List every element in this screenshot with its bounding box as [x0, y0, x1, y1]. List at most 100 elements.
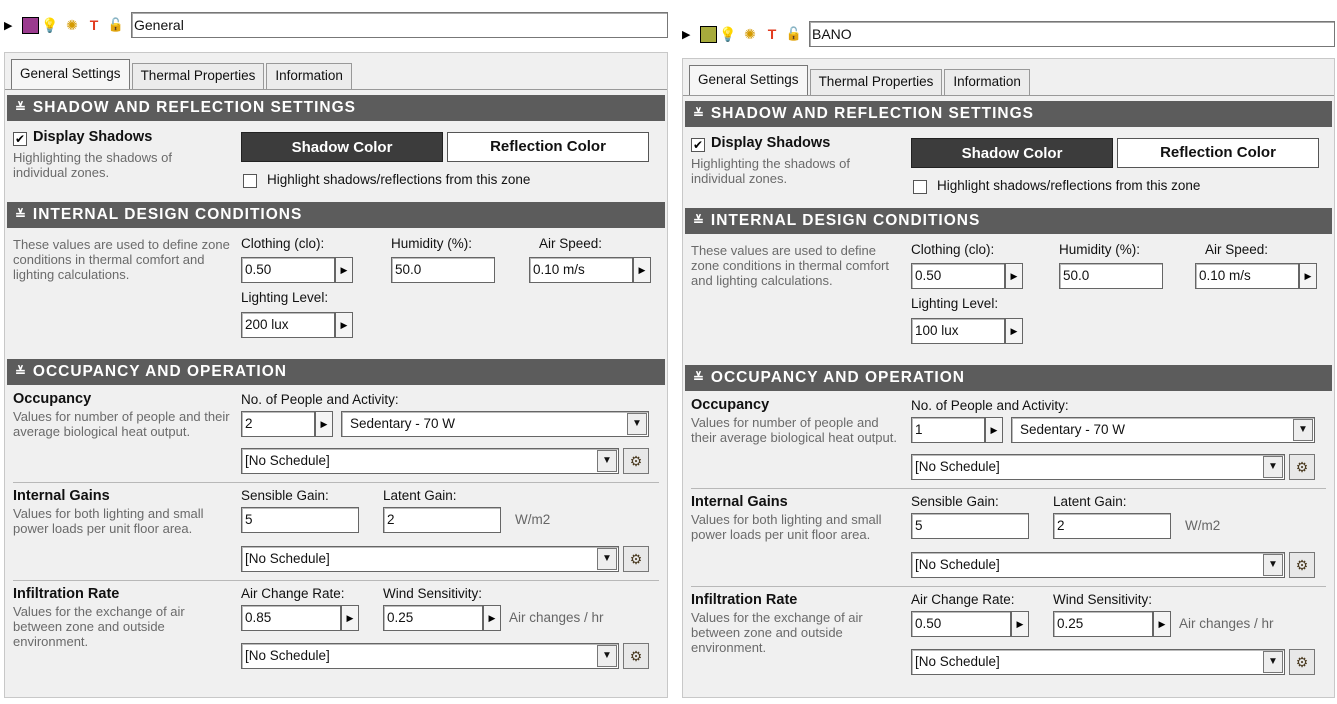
section-header-internal[interactable]: ≚ INTERNAL DESIGN CONDITIONS — [685, 208, 1332, 234]
people-count-input[interactable]: 1 — [911, 417, 985, 443]
display-shadows-checkbox[interactable]: ✔ — [691, 138, 705, 152]
lightbulb-icon[interactable]: 💡 — [717, 25, 739, 43]
shadow-color-button[interactable]: Shadow Color — [911, 138, 1113, 168]
air-change-rate-input[interactable]: 0.50 — [911, 611, 1011, 637]
shadow-color-button[interactable]: Shadow Color — [241, 132, 443, 162]
gains-schedule-select[interactable]: [No Schedule] — [911, 552, 1285, 578]
humidity-input[interactable]: 50.0 — [1059, 263, 1163, 289]
text-t-icon[interactable]: T — [761, 25, 783, 43]
occupancy-schedule-select[interactable]: [No Schedule] — [241, 448, 619, 474]
schedule-editor-icon[interactable]: ⚙ — [1289, 649, 1315, 675]
lighting-arrow-button[interactable]: ▶ — [335, 312, 353, 338]
infiltration-unit-label: Air changes / hr — [509, 610, 604, 625]
people-arrow-button[interactable]: ▶ — [315, 411, 333, 437]
wind-sensitivity-label: Wind Sensitivity: — [383, 586, 483, 601]
air-change-arrow-button[interactable]: ▶ — [1011, 611, 1029, 637]
air-speed-input[interactable]: 0.10 m/s — [1195, 263, 1299, 289]
wind-arrow-button[interactable]: ▶ — [483, 605, 501, 631]
tab-information[interactable]: Information — [944, 69, 1030, 95]
text-t-icon[interactable]: T — [83, 16, 105, 34]
sun-icon[interactable]: ✺ — [61, 16, 83, 34]
clothing-label: Clothing (clo): — [911, 242, 995, 257]
chevron-down-icon[interactable]: ▼ — [597, 548, 617, 570]
lighting-level-input[interactable]: 100 lux — [911, 318, 1005, 344]
wind-arrow-button[interactable]: ▶ — [1153, 611, 1171, 637]
section-header-internal[interactable]: ≚ INTERNAL DESIGN CONDITIONS — [7, 202, 665, 228]
sensible-gain-label: Sensible Gain: — [911, 494, 999, 509]
schedule-editor-icon[interactable]: ⚙ — [623, 643, 649, 669]
air-change-rate-input[interactable]: 0.85 — [241, 605, 341, 631]
schedule-editor-icon[interactable]: ⚙ — [1289, 552, 1315, 578]
air-speed-label: Air Speed: — [1205, 242, 1269, 257]
schedule-editor-icon[interactable]: ⚙ — [1289, 454, 1315, 480]
wind-sensitivity-input[interactable]: 0.25 — [1053, 611, 1153, 637]
chevron-down-icon[interactable]: ▼ — [627, 413, 647, 435]
occupancy-title: Occupancy — [13, 391, 92, 407]
wind-sensitivity-input[interactable]: 0.25 — [383, 605, 483, 631]
highlight-shadows-label: Highlight shadows/reflections from this … — [267, 172, 531, 187]
chevron-down-icon[interactable]: ▼ — [1263, 554, 1283, 576]
chevron-down-icon[interactable]: ▼ — [1263, 651, 1283, 673]
tab-general-settings[interactable]: General Settings — [689, 65, 808, 95]
air-speed-input[interactable]: 0.10 m/s — [529, 257, 633, 283]
sensible-gain-input[interactable]: 5 — [911, 513, 1029, 539]
sun-icon[interactable]: ✺ — [739, 25, 761, 43]
display-shadows-checkbox[interactable]: ✔ — [13, 132, 27, 146]
infiltration-schedule-select[interactable]: [No Schedule] — [241, 643, 619, 669]
section-header-occupancy[interactable]: ≚ OCCUPANCY AND OPERATION — [685, 365, 1332, 391]
latent-gain-input[interactable]: 2 — [383, 507, 501, 533]
activity-select[interactable]: Sedentary - 70 W — [1011, 417, 1315, 443]
clothing-arrow-button[interactable]: ▶ — [1005, 263, 1023, 289]
chevron-down-icon[interactable]: ▼ — [1263, 456, 1283, 478]
lock-icon[interactable]: 🔓 — [783, 25, 805, 43]
occupancy-schedule-select[interactable]: [No Schedule] — [911, 454, 1285, 480]
clothing-arrow-button[interactable]: ▶ — [335, 257, 353, 283]
infiltration-schedule-select[interactable]: [No Schedule] — [911, 649, 1285, 675]
chevron-down-icon[interactable]: ▼ — [597, 450, 617, 472]
sensible-gain-input[interactable]: 5 — [241, 507, 359, 533]
section-header-occupancy[interactable]: ≚ OCCUPANCY AND OPERATION — [7, 359, 665, 385]
schedule-editor-icon[interactable]: ⚙ — [623, 546, 649, 572]
gains-schedule-select[interactable]: [No Schedule] — [241, 546, 619, 572]
section-header-shadow[interactable]: ≚ SHADOW AND REFLECTION SETTINGS — [685, 101, 1332, 127]
clothing-input[interactable]: 0.50 — [911, 263, 1005, 289]
chevron-down-icon[interactable]: ▼ — [1293, 419, 1313, 441]
chevron-down-icon: ≚ — [15, 364, 27, 379]
tab-general-settings[interactable]: General Settings — [11, 59, 130, 89]
clothing-input[interactable]: 0.50 — [241, 257, 335, 283]
people-arrow-button[interactable]: ▶ — [985, 417, 1003, 443]
sensible-gain-label: Sensible Gain: — [241, 488, 329, 503]
zone-color-swatch[interactable] — [700, 25, 717, 43]
lighting-arrow-button[interactable]: ▶ — [1005, 318, 1023, 344]
expand-arrow-icon[interactable]: ▶ — [682, 28, 696, 41]
air-change-rate-label: Air Change Rate: — [241, 586, 345, 601]
lightbulb-icon[interactable]: 💡 — [39, 16, 61, 34]
air-change-arrow-button[interactable]: ▶ — [341, 605, 359, 631]
tab-body: ≚ SHADOW AND REFLECTION SETTINGS ✔ Displa… — [5, 89, 667, 697]
chevron-down-icon[interactable]: ▼ — [597, 645, 617, 667]
lighting-level-input[interactable]: 200 lux — [241, 312, 335, 338]
zone-titlebar: ▶ 💡 ✺ T 🔓 General — [4, 10, 668, 40]
people-count-input[interactable]: 2 — [241, 411, 315, 437]
lock-icon[interactable]: 🔓 — [105, 16, 127, 34]
highlight-shadows-checkbox[interactable] — [913, 180, 927, 194]
activity-select[interactable]: Sedentary - 70 W — [341, 411, 649, 437]
schedule-editor-icon[interactable]: ⚙ — [623, 448, 649, 474]
reflection-color-button[interactable]: Reflection Color — [1117, 138, 1319, 168]
air-speed-arrow-button[interactable]: ▶ — [1299, 263, 1317, 289]
tab-thermal-properties[interactable]: Thermal Properties — [131, 63, 265, 89]
tab-information[interactable]: Information — [266, 63, 352, 89]
latent-gain-input[interactable]: 2 — [1053, 513, 1171, 539]
section-title: INTERNAL DESIGN CONDITIONS — [32, 206, 303, 223]
zone-color-swatch[interactable] — [22, 16, 39, 34]
highlight-shadows-checkbox[interactable] — [243, 174, 257, 188]
reflection-color-button[interactable]: Reflection Color — [447, 132, 649, 162]
air-speed-arrow-button[interactable]: ▶ — [633, 257, 651, 283]
tab-thermal-properties[interactable]: Thermal Properties — [809, 69, 943, 95]
section-header-shadow[interactable]: ≚ SHADOW AND REFLECTION SETTINGS — [7, 95, 665, 121]
expand-arrow-icon[interactable]: ▶ — [4, 19, 18, 32]
zone-name-field[interactable]: BANO — [809, 21, 1335, 47]
humidity-input[interactable]: 50.0 — [391, 257, 495, 283]
chevron-down-icon: ≚ — [693, 370, 705, 385]
zone-name-field[interactable]: General — [131, 12, 668, 38]
